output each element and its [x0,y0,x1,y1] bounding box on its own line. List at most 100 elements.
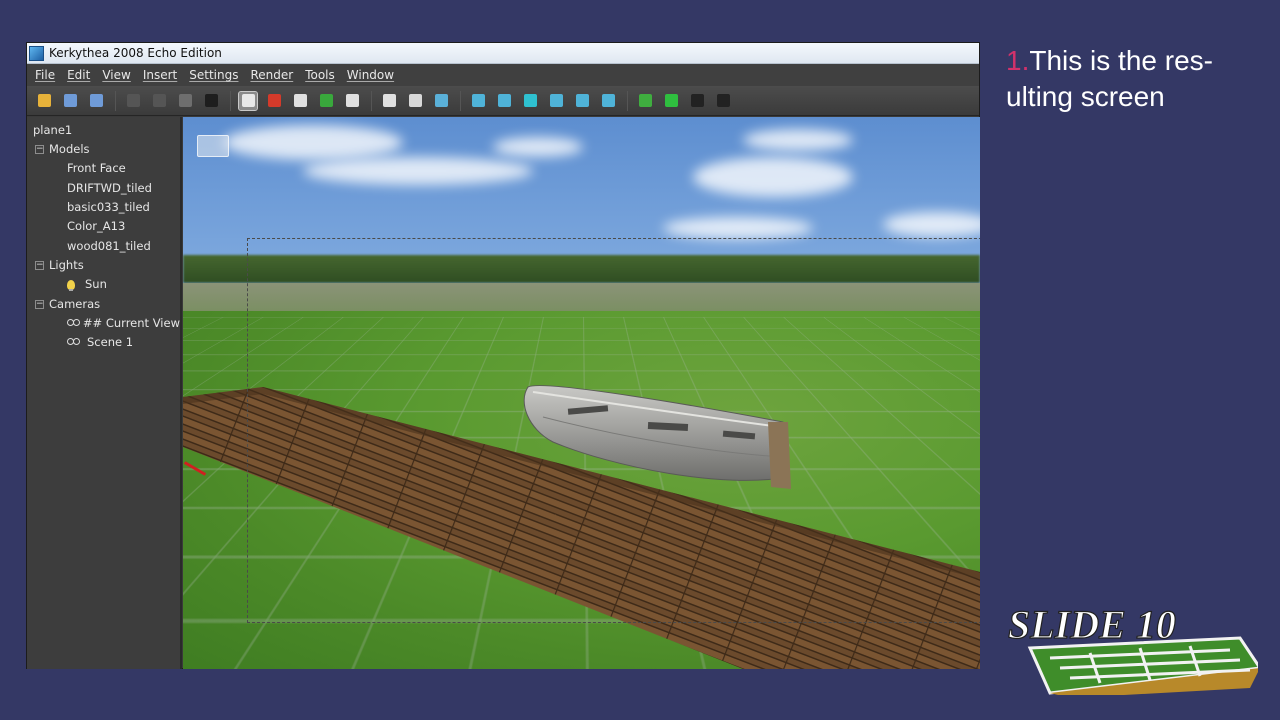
settings-gear-icon [690,94,704,107]
menu-render[interactable]: Render [250,68,293,82]
tree-node-label: wood081_tiled [67,238,151,253]
slide-badge-text: SLIDE 10 [1008,602,1176,647]
scene-tree-panel: plane1− Models Front Face DRIFTWD_tiled basi… [27,117,182,669]
3d-viewport[interactable] [183,117,980,669]
select-arrow-button[interactable] [238,90,258,111]
collapse-icon[interactable]: − [35,145,44,155]
camera-icon [67,319,80,328]
view-cube-2-button[interactable] [495,92,513,110]
settings-gear-button[interactable] [688,92,706,110]
camera-left-button[interactable] [406,92,424,110]
view-cube-5-icon [575,94,589,107]
stop-icon [716,94,730,107]
save-button[interactable] [61,92,79,110]
zoom-button[interactable] [343,92,361,110]
menu-settings[interactable]: Settings [189,68,238,82]
rotate-icon [319,94,333,107]
toolbar-separator [627,90,628,111]
tree-node-label: Front Face [67,161,126,176]
camera-gizmo-icon [197,135,229,157]
render-image-button[interactable] [636,92,654,110]
tree-item-current-view[interactable]: ## Current View [27,314,180,333]
material-icon [204,94,218,107]
step-text-line-2: ulting screen [1006,81,1165,112]
tree-item-driftwd-tiled[interactable]: DRIFTWD_tiled [27,179,180,198]
tree-section-lights[interactable]: − Lights [27,256,180,275]
redo-icon [152,94,166,107]
view-cube-6-icon [601,94,615,107]
menu-tools[interactable]: Tools [305,68,335,82]
collapse-icon[interactable]: − [35,299,44,309]
render-start-button[interactable] [662,92,680,110]
view-cube-3-button[interactable] [521,92,539,110]
material-button[interactable] [202,92,220,110]
tree-item-scene-1[interactable]: Scene 1 [27,333,180,352]
tree-root-plane1[interactable]: plane1 [27,121,180,140]
title-bar: Kerkythea 2008 Echo Edition [27,43,979,64]
open-folder-button[interactable] [35,92,53,110]
undo-icon [126,94,140,107]
render-image-icon [638,94,652,107]
step-text-line-1: This is the res- [1029,45,1213,76]
save-as-icon [89,94,103,107]
open-folder-icon [37,94,51,107]
toolbar-separator [115,90,116,111]
toolbar-separator [460,90,461,111]
collapse-icon[interactable]: − [35,261,44,271]
menu-file[interactable]: File [35,68,55,82]
view-cube-4-button[interactable] [547,92,565,110]
undo-button[interactable] [124,92,142,110]
window-title: Kerkythea 2008 Echo Edition [49,46,222,60]
tree-node-label: Cameras [49,296,101,311]
slide-badge-logo: SLIDE 10 [1007,601,1258,695]
tree-node-label: plane1 [33,122,73,137]
menu-view[interactable]: View [102,68,130,82]
menu-edit[interactable]: Edit [67,68,90,82]
view-cube-4-icon [549,94,563,107]
tree-item-sun[interactable]: Sun [27,275,180,294]
tree-section-cameras[interactable]: − Cameras [27,295,180,314]
tree-node-label: basic033_tiled [67,200,150,215]
redo-button[interactable] [150,92,168,110]
main-toolbar [27,86,979,116]
wand-button[interactable] [176,92,194,110]
target-button[interactable] [265,92,283,110]
view-cube-1-icon [471,94,485,107]
tree-node-label: ## Current View [82,315,180,330]
view-cube-1-button[interactable] [469,92,487,110]
hand-button[interactable] [291,92,309,110]
view-cube-6-button[interactable] [599,92,617,110]
save-as-button[interactable] [87,92,105,110]
select-arrow-icon [241,94,255,107]
rotate-button[interactable] [317,92,335,110]
target-icon [267,94,281,107]
light-bulb-icon [67,280,75,292]
kerkythea-window: Kerkythea 2008 Echo Edition File Edit View… [26,42,980,669]
kerkythea-app-icon [29,45,44,61]
tree-item-front-face[interactable]: Front Face [27,160,180,179]
toolbar-separator [371,90,372,111]
tree-node-label: Lights [49,257,84,272]
home-button[interactable] [380,92,398,110]
menu-insert[interactable]: Insert [143,68,177,82]
tree-node-label: Color_A13 [67,219,126,234]
render-start-icon [664,94,678,107]
view-cube-5-button[interactable] [573,92,591,110]
tree-node-label: Scene 1 [87,335,134,350]
zoom-icon [345,94,359,107]
menu-bar: File Edit View Insert Settings Render Tools Win… [27,64,979,86]
camera-left-icon [408,94,422,107]
render-frame-box [247,238,980,623]
tree-item-color-a13[interactable]: Color_A13 [27,217,180,236]
save-icon [63,94,77,107]
menu-window[interactable]: Window [347,68,394,82]
tree-item-wood081-tiled[interactable]: wood081_tiled [27,237,180,256]
tree-node-label: Models [49,142,90,157]
tree-section-models[interactable]: − Models [27,140,180,159]
tree-node-label: Sun [85,277,107,292]
tree-item-basic033-tiled[interactable]: basic033_tiled [27,198,180,217]
camera-link-button[interactable] [432,92,450,110]
slide-step-caption: 1.This is the res- ulting screen [1006,43,1266,115]
camera-icon [67,338,80,347]
stop-button[interactable] [714,92,732,110]
